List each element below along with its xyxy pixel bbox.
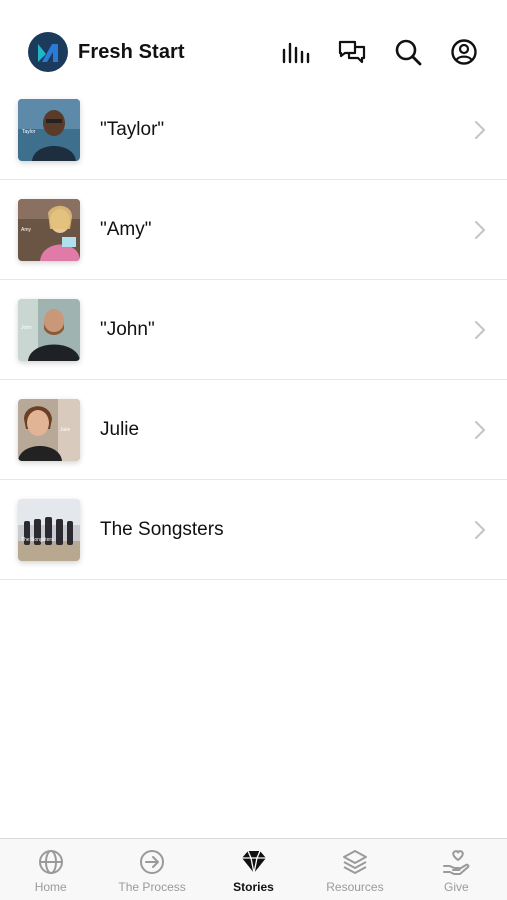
tab-resources[interactable]: Resources bbox=[304, 839, 405, 900]
list-item[interactable]: John "John" bbox=[0, 280, 507, 380]
profile-icon[interactable] bbox=[449, 37, 479, 67]
svg-text:The Songsters: The Songsters bbox=[21, 537, 54, 543]
layers-icon bbox=[340, 847, 370, 877]
tab-home[interactable]: Home bbox=[0, 839, 101, 900]
svg-text:Julie: Julie bbox=[60, 427, 71, 433]
svg-text:Taylor: Taylor bbox=[22, 129, 36, 135]
tab-give[interactable]: Give bbox=[406, 839, 507, 900]
chat-icon[interactable] bbox=[337, 37, 367, 67]
list-item[interactable]: Amy "Amy" bbox=[0, 180, 507, 280]
globe-icon bbox=[36, 847, 66, 877]
list-item[interactable]: Taylor "Taylor" bbox=[0, 80, 507, 180]
story-title: Julie bbox=[100, 418, 140, 440]
story-title: "Amy" bbox=[100, 218, 152, 240]
john-thumbnail: John bbox=[18, 298, 80, 361]
julie-thumbnail: Julie bbox=[18, 398, 80, 461]
arrow-circle-icon bbox=[137, 847, 167, 877]
tab-label: Resources bbox=[326, 880, 384, 894]
audio-bars-icon[interactable] bbox=[281, 37, 311, 67]
search-icon[interactable] bbox=[393, 37, 423, 67]
tab-label: Stories bbox=[233, 880, 274, 894]
app-title: Fresh Start bbox=[78, 40, 185, 63]
story-title: "John" bbox=[100, 318, 155, 340]
app-logo bbox=[28, 32, 68, 72]
chevron-right-icon bbox=[475, 320, 485, 339]
story-title: The Songsters bbox=[100, 518, 224, 540]
tab-label: Give bbox=[443, 880, 469, 894]
chevron-right-icon bbox=[475, 220, 485, 239]
svg-text:John: John bbox=[21, 325, 32, 331]
chevron-right-icon bbox=[475, 420, 485, 439]
list-item[interactable]: The Songsters The Songsters bbox=[0, 480, 507, 580]
amy-thumbnail: Amy bbox=[18, 198, 80, 261]
svg-text:Amy: Amy bbox=[21, 227, 32, 233]
stories-list: Taylor "Taylor" Amy "Amy" John "John" Ju… bbox=[0, 80, 507, 580]
tab-stories[interactable]: Stories bbox=[203, 839, 304, 900]
tab-label: The Process bbox=[118, 880, 186, 894]
heart-hand-icon bbox=[441, 847, 471, 877]
diamond-icon bbox=[239, 847, 269, 877]
header-actions bbox=[281, 37, 479, 67]
tab-the-process[interactable]: The Process bbox=[101, 839, 202, 900]
chevron-right-icon bbox=[475, 120, 485, 139]
story-title: "Taylor" bbox=[100, 118, 165, 140]
taylor-thumbnail: Taylor bbox=[18, 98, 80, 161]
songsters-thumbnail: The Songsters bbox=[18, 498, 80, 561]
bottom-tab-bar: Home The Process Stories Resources Give bbox=[0, 838, 507, 900]
tab-label: Home bbox=[34, 880, 67, 894]
chevron-right-icon bbox=[475, 520, 485, 539]
list-item[interactable]: Julie Julie bbox=[0, 380, 507, 480]
